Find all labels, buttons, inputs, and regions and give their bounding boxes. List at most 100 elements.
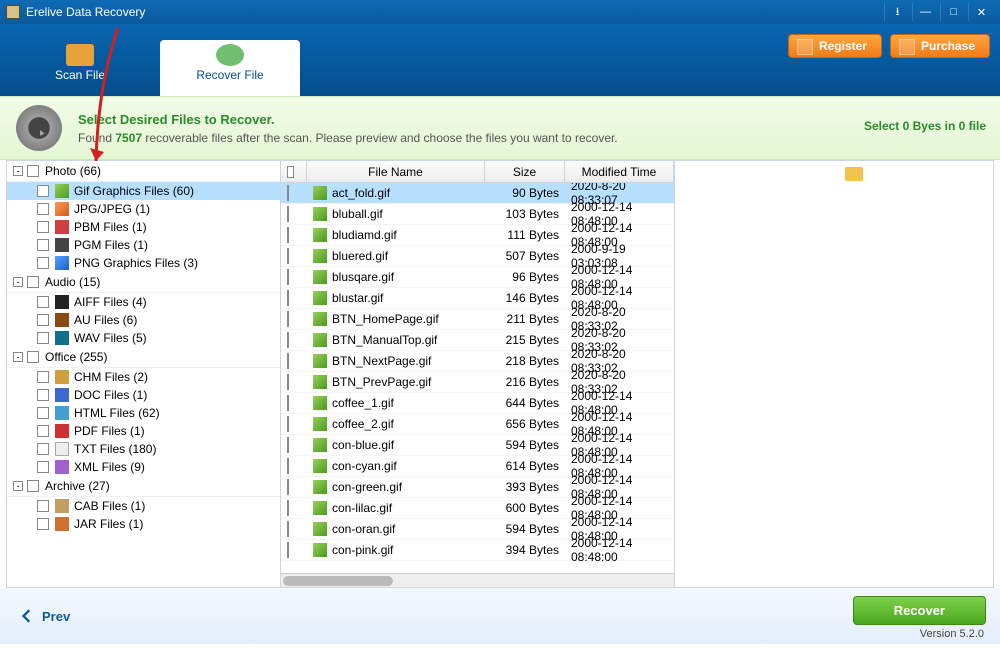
item-checkbox[interactable]	[37, 425, 49, 437]
maximize-button[interactable]: □	[940, 3, 966, 21]
register-button[interactable]: Register	[788, 34, 882, 58]
category-checkbox[interactable]	[27, 480, 39, 492]
file-checkbox[interactable]	[287, 332, 289, 348]
horizontal-scrollbar[interactable]	[281, 573, 674, 587]
tree-item[interactable]: CAB Files (1)	[7, 497, 280, 515]
item-checkbox[interactable]	[37, 185, 49, 197]
item-checkbox[interactable]	[37, 518, 49, 530]
tree-category[interactable]: - Office (255)	[7, 347, 280, 368]
tree-category[interactable]: -Archive (27)	[7, 476, 280, 497]
file-checkbox[interactable]	[287, 437, 289, 453]
item-checkbox[interactable]	[37, 389, 49, 401]
gif-icon	[313, 207, 327, 221]
tree-item[interactable]: Gif Graphics Files (60)	[7, 182, 280, 200]
tree-category[interactable]: -Photo (66)	[7, 161, 280, 182]
item-checkbox[interactable]	[37, 500, 49, 512]
file-name: con-blue.gif	[332, 438, 394, 452]
file-checkbox[interactable]	[287, 542, 289, 558]
file-checkbox[interactable]	[287, 479, 289, 495]
file-checkbox[interactable]	[287, 269, 289, 285]
category-checkbox[interactable]	[27, 351, 39, 363]
tree-category[interactable]: -Audio (15)	[7, 272, 280, 293]
tree-item[interactable]: JPG/JPEG (1)	[7, 200, 280, 218]
file-size: 656 Bytes	[485, 417, 565, 431]
tree-item[interactable]: XML Files (9)	[7, 458, 280, 476]
file-checkbox[interactable]	[287, 227, 289, 243]
preview-panel	[675, 161, 993, 587]
pdf-icon	[55, 424, 69, 438]
tree-item[interactable]: PGM Files (1)	[7, 236, 280, 254]
item-checkbox[interactable]	[37, 332, 49, 344]
tree-item[interactable]: AIFF Files (4)	[7, 293, 280, 311]
gif-icon	[313, 438, 327, 452]
file-name: BTN_HomePage.gif	[332, 312, 439, 326]
item-checkbox[interactable]	[37, 314, 49, 326]
file-checkbox[interactable]	[287, 206, 289, 222]
file-checkbox[interactable]	[287, 248, 289, 264]
item-checkbox[interactable]	[37, 257, 49, 269]
tree-item[interactable]: PNG Graphics Files (3)	[7, 254, 280, 272]
tree-item[interactable]: HTML Files (62)	[7, 404, 280, 422]
file-checkbox[interactable]	[287, 521, 289, 537]
tree-item[interactable]: PBM Files (1)	[7, 218, 280, 236]
item-checkbox[interactable]	[37, 407, 49, 419]
file-checkbox[interactable]	[287, 290, 289, 306]
file-size: 96 Bytes	[485, 270, 565, 284]
file-checkbox[interactable]	[287, 500, 289, 516]
file-checkbox[interactable]	[287, 311, 289, 327]
tab-recover-file[interactable]: Recover File	[160, 40, 300, 96]
item-label: PBM Files (1)	[74, 220, 147, 234]
item-checkbox[interactable]	[37, 221, 49, 233]
tree-item[interactable]: AU Files (6)	[7, 311, 280, 329]
file-name: con-lilac.gif	[332, 501, 392, 515]
category-checkbox[interactable]	[27, 276, 39, 288]
info-title: Select Desired Files to Recover.	[78, 112, 618, 127]
gif-icon	[313, 417, 327, 431]
tree-item[interactable]: DOC Files (1)	[7, 386, 280, 404]
collapse-toggle[interactable]: -	[13, 277, 23, 287]
category-label: Office (255)	[45, 350, 107, 364]
file-checkbox[interactable]	[287, 353, 289, 369]
item-checkbox[interactable]	[37, 371, 49, 383]
tree-item[interactable]: JAR Files (1)	[7, 515, 280, 533]
download-icon[interactable]: ⭳	[884, 3, 910, 21]
close-button[interactable]: ✕	[968, 3, 994, 21]
file-checkbox[interactable]	[287, 458, 289, 474]
tree-item[interactable]: CHM Files (2)	[7, 368, 280, 386]
recover-button[interactable]: Recover	[853, 596, 986, 625]
file-size: 211 Bytes	[485, 312, 565, 326]
file-table-body[interactable]: act_fold.gif90 Bytes2020-8-20 08:33:07bl…	[281, 183, 674, 573]
collapse-toggle[interactable]: -	[13, 481, 23, 491]
file-row[interactable]: con-pink.gif394 Bytes2000-12-14 08:48:00	[281, 540, 674, 561]
tab-scan-label: Scan File	[55, 68, 105, 82]
tree-item[interactable]: WAV Files (5)	[7, 329, 280, 347]
select-all-checkbox[interactable]	[287, 166, 294, 178]
col-filename[interactable]: File Name	[307, 161, 485, 182]
collapse-toggle[interactable]: -	[13, 166, 23, 176]
tree-item[interactable]: TXT Files (180)	[7, 440, 280, 458]
gif-icon	[313, 270, 327, 284]
file-size: 594 Bytes	[485, 438, 565, 452]
category-tree[interactable]: -Photo (66)Gif Graphics Files (60)JPG/JP…	[7, 161, 281, 587]
col-size[interactable]: Size	[485, 161, 565, 182]
item-checkbox[interactable]	[37, 239, 49, 251]
item-checkbox[interactable]	[37, 296, 49, 308]
item-checkbox[interactable]	[37, 443, 49, 455]
item-checkbox[interactable]	[37, 203, 49, 215]
tab-scan-file[interactable]: Scan File	[10, 40, 150, 96]
file-name: bludiamd.gif	[332, 228, 397, 242]
purchase-button[interactable]: Purchase	[890, 34, 990, 58]
file-checkbox[interactable]	[287, 416, 289, 432]
category-checkbox[interactable]	[27, 165, 39, 177]
file-name: bluball.gif	[332, 207, 383, 221]
chm-icon	[55, 370, 69, 384]
tree-item[interactable]: PDF Files (1)	[7, 422, 280, 440]
minimize-button[interactable]: —	[912, 3, 938, 21]
collapse-toggle[interactable]: -	[13, 352, 23, 362]
col-modified[interactable]: Modified Time	[565, 161, 674, 182]
file-checkbox[interactable]	[287, 185, 289, 201]
item-checkbox[interactable]	[37, 461, 49, 473]
file-checkbox[interactable]	[287, 395, 289, 411]
file-checkbox[interactable]	[287, 374, 289, 390]
prev-button[interactable]: Prev	[16, 606, 70, 626]
